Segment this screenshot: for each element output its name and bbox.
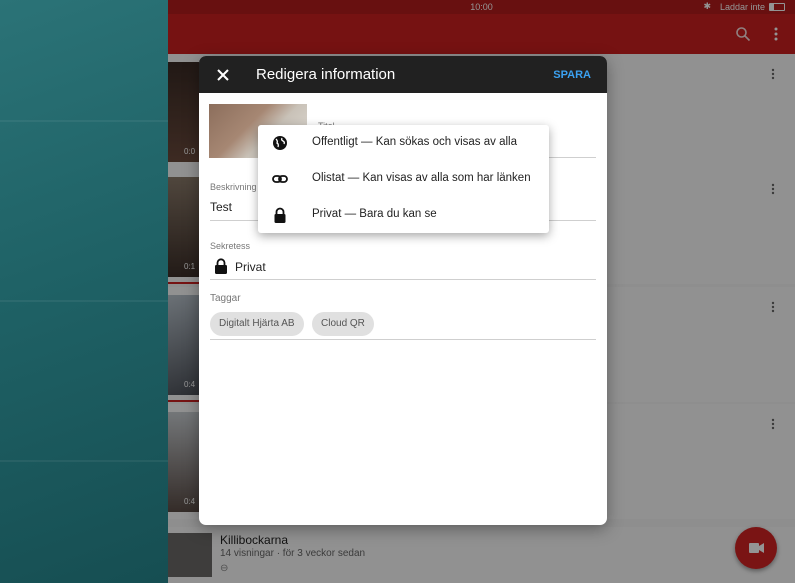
tag-chip[interactable]: Cloud QR bbox=[312, 312, 374, 336]
lock-icon bbox=[215, 258, 227, 274]
close-icon[interactable] bbox=[213, 65, 233, 85]
privacy-value: Privat bbox=[235, 260, 266, 274]
menu-item-label: Privat — Bara du kan se bbox=[312, 208, 437, 220]
background-stripe bbox=[0, 300, 168, 302]
menu-item-public[interactable]: Offentligt — Kan sökas och visas av alla bbox=[258, 125, 549, 161]
background-stripe bbox=[0, 120, 168, 122]
dialog-title: Redigera information bbox=[256, 66, 396, 83]
save-button[interactable]: SPARA bbox=[553, 69, 591, 81]
dialog-header: Redigera information SPARA bbox=[199, 56, 607, 93]
description-field[interactable]: Test bbox=[210, 200, 232, 214]
menu-item-label: Olistat — Kan visas av alla som har länk… bbox=[312, 172, 531, 184]
globe-icon bbox=[273, 136, 287, 150]
privacy-underline bbox=[210, 279, 596, 280]
tags-underline bbox=[210, 339, 596, 340]
privacy-menu: Offentligt — Kan sökas och visas av alla… bbox=[258, 125, 549, 233]
menu-item-label: Offentligt — Kan sökas och visas av alla bbox=[312, 136, 517, 148]
link-icon bbox=[272, 175, 288, 183]
tags-label: Taggar bbox=[210, 293, 241, 304]
tag-chip[interactable]: Digitalt Hjärta AB bbox=[210, 312, 304, 336]
background-panel bbox=[0, 0, 168, 583]
privacy-dropdown[interactable]: Privat bbox=[210, 256, 596, 278]
menu-item-private[interactable]: Privat — Bara du kan se bbox=[258, 197, 549, 233]
privacy-label: Sekretess bbox=[210, 241, 251, 251]
menu-item-unlisted[interactable]: Olistat — Kan visas av alla som har länk… bbox=[258, 161, 549, 197]
background-stripe bbox=[0, 460, 168, 462]
description-label: Beskrivning bbox=[210, 182, 257, 192]
lock-icon bbox=[274, 207, 286, 223]
